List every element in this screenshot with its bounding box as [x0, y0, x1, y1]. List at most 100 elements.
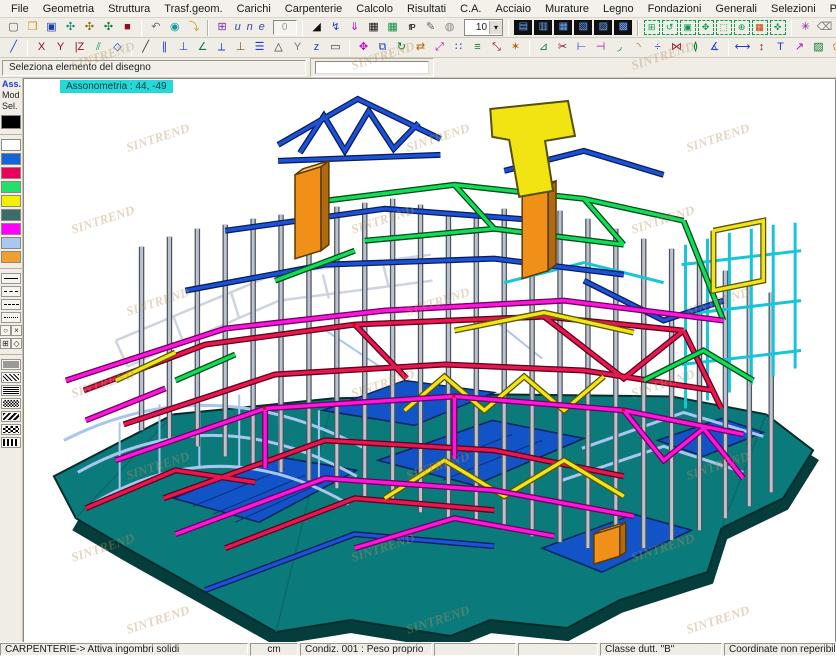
stop-record-icon[interactable]: ■: [118, 19, 137, 37]
font-properties-icon[interactable]: fP: [402, 19, 421, 37]
menu-legno[interactable]: Legno: [596, 2, 641, 16]
render-3d-icon[interactable]: ◉: [165, 19, 184, 37]
snap-free-icon[interactable]: ╱: [136, 39, 155, 57]
snap-triple-icon[interactable]: ☰: [250, 39, 269, 57]
select-polyline-icon[interactable]: ↯: [326, 19, 345, 37]
layers-palette-icon[interactable]: ⊞: [213, 19, 232, 37]
marker-cross[interactable]: ×: [11, 325, 22, 336]
new-file-icon[interactable]: ▢: [4, 19, 23, 37]
menu-generali[interactable]: Generali: [708, 2, 764, 16]
dim-vertical-icon[interactable]: ↕: [752, 39, 771, 57]
menu-carpenterie[interactable]: Carpenterie: [278, 2, 349, 16]
menu-struttura[interactable]: Struttura: [101, 2, 157, 16]
import-archive-icon[interactable]: ✣: [61, 19, 80, 37]
export-archive-icon[interactable]: ✣: [99, 19, 118, 37]
window-layout-6-icon[interactable]: ▩: [614, 20, 633, 35]
zoom-extents-icon[interactable]: ▣: [679, 20, 696, 35]
color-swatch-3d6b6b[interactable]: [1, 209, 21, 221]
menu-selezioni[interactable]: Selezioni: [764, 2, 823, 16]
window-layout-5-icon[interactable]: ▨: [594, 20, 613, 35]
menu-trasf-geom-[interactable]: Trasf.geom.: [157, 2, 229, 16]
merge-archive-icon[interactable]: ✣: [80, 19, 99, 37]
drawing-canvas[interactable]: Assonometria : 44, -49: [23, 78, 836, 642]
array-copy-icon[interactable]: ∷: [449, 39, 468, 57]
linestyle-dashdot[interactable]: [1, 299, 21, 310]
linestyle-dotted[interactable]: [1, 312, 21, 323]
coord-y-icon[interactable]: Y: [51, 39, 70, 57]
mode-sel-label[interactable]: Sel.: [0, 101, 22, 112]
menu-propriet-[interactable]: Proprietà: [823, 2, 836, 16]
globe-render-icon[interactable]: ◍: [440, 19, 459, 37]
rotate-element-icon[interactable]: ↻: [392, 39, 411, 57]
mirror-element-icon[interactable]: ⇄: [411, 39, 430, 57]
snap-node-icon[interactable]: △: [269, 39, 288, 57]
window-layout-2-icon[interactable]: ▥: [534, 20, 553, 35]
snap-parallel-icon[interactable]: ∥: [155, 39, 174, 57]
hatch-diagonal-coarse[interactable]: [1, 411, 21, 422]
draw-line-icon[interactable]: ╱: [4, 39, 23, 57]
linestyle-solid[interactable]: [1, 273, 21, 284]
spider-select-icon[interactable]: ✳: [796, 19, 815, 37]
hatch-horizontal[interactable]: [1, 385, 21, 396]
window-layout-1-icon[interactable]: ▤: [514, 20, 533, 35]
extend-left-icon[interactable]: ⊢: [572, 39, 591, 57]
model-3d-view[interactable]: [24, 79, 835, 642]
fill-solid-icon[interactable]: ◢: [307, 19, 326, 37]
menu-fondazioni[interactable]: Fondazioni: [641, 2, 709, 16]
snap-axis-z-icon[interactable]: z: [307, 39, 326, 57]
hatch-checker-fine[interactable]: [1, 398, 21, 409]
coord-z-icon[interactable]: |Z: [70, 39, 89, 57]
menu-c-a-[interactable]: C.A.: [453, 2, 488, 16]
linestyle-dashed[interactable]: [1, 286, 21, 297]
zoom-window-icon[interactable]: ⊞: [643, 20, 660, 35]
zoom-center-icon[interactable]: ⊕: [733, 20, 750, 35]
extend-right-icon[interactable]: ⊣: [591, 39, 610, 57]
fill-solid-gray[interactable]: [1, 359, 21, 370]
copy-element-icon[interactable]: ⧉: [373, 39, 392, 57]
window-layout-3-icon[interactable]: ▦: [554, 20, 573, 35]
marker-diamond[interactable]: ◇: [11, 338, 22, 349]
hatch-checker-coarse[interactable]: [1, 424, 21, 435]
mode-mod-label[interactable]: Mod: [0, 90, 22, 101]
eraser-icon[interactable]: ⌫: [815, 19, 834, 37]
offset-element-icon[interactable]: ≡: [468, 39, 487, 57]
menu-file[interactable]: File: [4, 2, 36, 16]
chamfer-tool-icon[interactable]: ◝: [629, 39, 648, 57]
pan-view-icon[interactable]: ✥: [697, 20, 714, 35]
menu-murature[interactable]: Murature: [538, 2, 596, 16]
fillet-tool-icon[interactable]: ◞: [610, 39, 629, 57]
table-colored-icon[interactable]: ▦: [383, 19, 402, 37]
zoom-scale-combo[interactable]: 10 ▾: [464, 19, 504, 36]
combo-dropdown-icon[interactable]: ▾: [489, 21, 503, 34]
menu-acciaio[interactable]: Acciaio: [489, 2, 538, 16]
divide-tool-icon[interactable]: ÷: [648, 39, 667, 57]
color-swatch-22e06a[interactable]: [1, 181, 21, 193]
arrow-down-icon[interactable]: ⇓: [345, 19, 364, 37]
menu-calcolo[interactable]: Calcolo: [349, 2, 400, 16]
break-tool-icon[interactable]: ≬: [686, 39, 705, 57]
color-swatch-f0a030[interactable]: [1, 251, 21, 263]
area-measure-icon[interactable]: ⬠: [828, 39, 836, 57]
hatch-weave[interactable]: [1, 437, 21, 448]
snap-axis-y-icon[interactable]: Y: [288, 39, 307, 57]
angle-tool-icon[interactable]: ∡: [705, 39, 724, 57]
stretch-element-icon[interactable]: ⤢: [430, 39, 449, 57]
explode-element-icon[interactable]: ✶: [506, 39, 525, 57]
marker-circle[interactable]: ○: [0, 325, 11, 336]
command-input[interactable]: [315, 61, 429, 74]
snap-box-icon[interactable]: ▭: [326, 39, 345, 57]
color-swatch-ffffff[interactable]: [1, 139, 21, 151]
hatch-diagonal-fine[interactable]: [1, 372, 21, 383]
filter-u-icon[interactable]: u: [232, 19, 244, 37]
send-to-icon[interactable]: ⤵: [184, 19, 203, 37]
undo-icon[interactable]: ↶: [146, 19, 165, 37]
zoom-all-icon[interactable]: ✜: [769, 20, 786, 35]
color-swatch-ff00ff[interactable]: [1, 223, 21, 235]
trim-tool-icon[interactable]: ✂: [553, 39, 572, 57]
snap-angle-icon[interactable]: ∠: [193, 39, 212, 57]
snap-base-icon[interactable]: ⊥: [231, 39, 250, 57]
color-swatch-1565d8[interactable]: [1, 153, 21, 165]
zoom-grid-icon[interactable]: ▦: [751, 20, 768, 35]
leader-tool-icon[interactable]: ↗: [790, 39, 809, 57]
snap-perpendicular-icon[interactable]: ⊥: [174, 39, 193, 57]
